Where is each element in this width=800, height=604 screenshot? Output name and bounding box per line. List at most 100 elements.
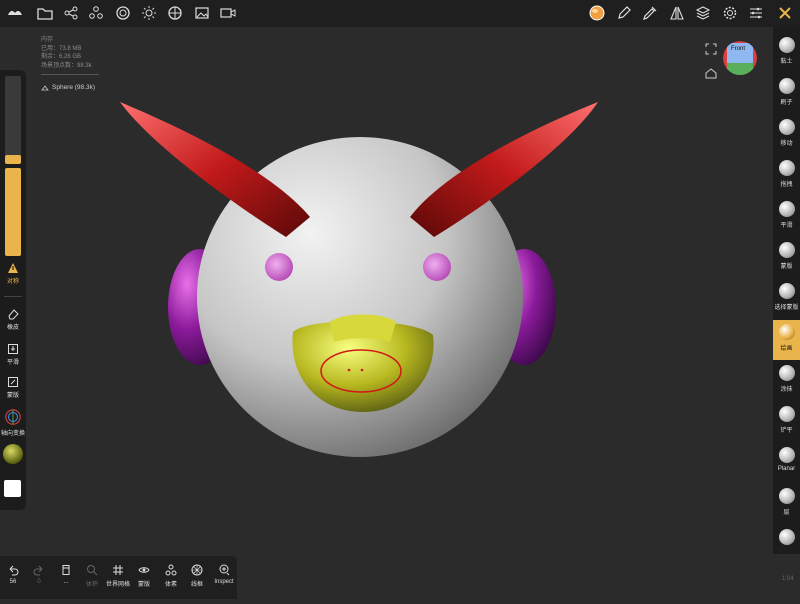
search-icon [87,565,98,576]
light-icon[interactable] [140,4,158,22]
brush-tool[interactable]: 绘画 [773,320,800,360]
color-swatch[interactable] [4,480,21,497]
brush-label: 平滑 [780,223,793,229]
brush-label: 蒙版 [780,264,793,270]
brush-label: 选择蒙版 [774,305,799,311]
scene-icon[interactable] [87,4,105,22]
symmetry-toggle[interactable]: 对称 [0,262,26,285]
brush-tool[interactable]: 选择蒙版 [773,279,800,319]
wireframe-label: 线框 [190,582,203,588]
brush-tool[interactable]: 涂抹 [773,361,800,401]
brush-preview-icon [778,529,795,545]
right-eye [423,253,451,281]
share-icon[interactable] [62,4,80,22]
brush-preview-icon [778,488,795,504]
symmetry-icon [8,263,18,273]
symmetry-icon[interactable] [668,4,686,22]
brush-tool[interactable]: 黏土 [773,33,800,73]
stats-divider [41,74,99,75]
radius-slider-fill [5,155,21,164]
more-button[interactable]: ... [53,564,79,585]
materials-icon[interactable] [114,4,132,22]
image-icon[interactable] [193,4,211,22]
view-label: Front [731,46,746,52]
undo-button[interactable]: 56 [0,564,26,585]
picker-icon[interactable] [641,4,659,22]
inspect-icon [219,564,230,576]
brush-label: 涂抹 [780,387,793,393]
search-button[interactable]: 体积 [79,564,105,588]
layers-icon[interactable] [694,4,712,22]
axis-label: 轴向变换 [0,431,25,437]
brush-label: Planar [777,466,796,472]
smooth-icon [8,344,18,354]
left-eye [265,253,293,281]
wireframe-icon [191,564,203,576]
brush-label: 层 [783,510,790,516]
voxel-button[interactable]: 体素 [158,564,184,588]
brush-tool[interactable]: 铲平 [773,402,800,442]
mesh-entry[interactable]: Sphere (98.3k) [41,84,95,91]
pen-icon[interactable] [615,4,633,22]
right-brush-panel: 黏土刷子移动拖拽平滑蒙版选择蒙版绘画涂抹铲平 Planar 层 [773,27,800,554]
brush-preview-icon [778,324,795,340]
grid-icon [113,565,123,575]
undo-count: 56 [9,579,17,585]
radius-slider[interactable] [5,76,21,164]
brush-tool[interactable]: Planar [773,443,800,483]
brush-preview-icon [778,160,795,176]
brush-label: 刷子 [780,100,793,106]
brush-tool[interactable] [773,525,800,565]
brush-preview-icon [778,242,795,258]
wireframe-button[interactable]: 线框 [184,564,210,588]
left-tool-panel: 对称 橡皮 平滑 蒙版 轴向变换 [0,70,26,510]
stats-remaining: 剩余：6.26 GB [41,54,82,60]
world-grid-button[interactable]: 世界网格 [105,564,131,588]
intensity-slider-fill [5,168,21,256]
more-label: ... [63,579,69,585]
brush-tool[interactable]: 刷子 [773,74,800,114]
brush-tool[interactable]: 平滑 [773,197,800,237]
smooth-tool[interactable]: 平滑 [0,343,26,366]
settings-icon[interactable] [721,4,739,22]
stats-used: 已用：73.8 MB [41,45,82,52]
eraser-icon [8,309,19,320]
material-preview-icon[interactable] [3,444,23,464]
intensity-slider[interactable] [5,168,21,256]
axis-transform-tool[interactable]: 轴向变换 [0,408,26,437]
3d-viewport[interactable] [28,27,773,599]
brush-preview-icon [778,406,795,422]
brush-preview-icon [778,283,795,299]
brush-tool[interactable]: 移动 [773,115,800,155]
color-ball-icon[interactable] [588,4,606,22]
video-icon[interactable] [219,4,237,22]
fullscreen-icon[interactable] [705,42,717,55]
brush-tool[interactable]: 蒙版 [773,238,800,278]
stats-vertices: 场景顶点数：98.3k [41,62,92,69]
mask-view-button[interactable]: 蒙版 [131,564,157,588]
sliders-icon[interactable] [747,4,765,22]
stats-title: 内存 [41,37,54,43]
tools-icon[interactable] [776,4,794,22]
mask-tool[interactable]: 蒙版 [0,376,26,399]
brush-tool[interactable]: 层 [773,484,800,524]
mask-icon [8,377,18,387]
eraser-tool[interactable]: 橡皮 [0,308,26,331]
upper-lip [330,314,396,342]
app-menu-icon[interactable] [6,4,24,22]
brush-label: 绘画 [780,346,793,352]
mask-label: 蒙版 [6,393,19,399]
home-icon[interactable] [705,66,717,79]
sculpt-model [120,102,598,457]
brush-label: 黏土 [780,59,793,65]
brush-label: 铲平 [780,428,793,434]
brush-preview-icon [778,37,795,53]
brush-label: 拖拽 [780,182,793,188]
postprocess-icon[interactable] [166,4,184,22]
brush-tool[interactable]: 拖拽 [773,156,800,196]
redo-button[interactable]: 0 [26,564,52,585]
mesh-name: Sphere (98.3k) [52,84,95,91]
folder-icon[interactable] [36,4,54,22]
bottom-right-status: 1:04 [782,576,794,582]
inspect-button[interactable]: Inspect [211,564,237,585]
